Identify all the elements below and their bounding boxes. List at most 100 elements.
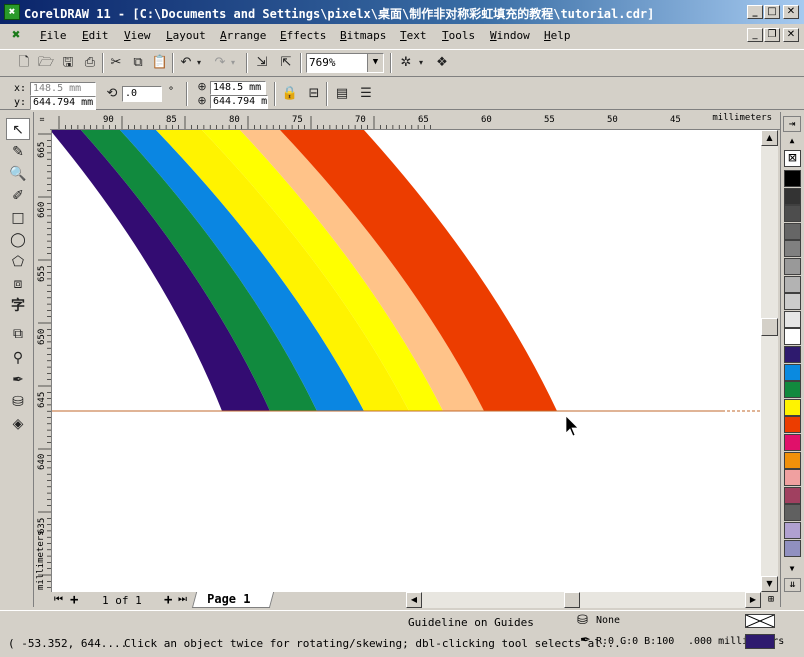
palette-options-icon[interactable]: ⇥ [783, 116, 801, 132]
palette-expand-icon[interactable]: ⇊ [784, 578, 801, 592]
color-swatch[interactable] [784, 328, 801, 346]
palette-scroll-up-icon[interactable]: ▲ [786, 136, 798, 146]
color-swatch[interactable] [784, 170, 801, 187]
color-swatch[interactable] [784, 222, 801, 240]
guides-setup-icon[interactable]: ⊟ [304, 84, 324, 104]
rectangle-tool-icon[interactable]: □ [6, 207, 30, 229]
document-icon[interactable]: ✖ [12, 27, 20, 43]
y-position-field[interactable]: 644.794 mm [30, 96, 96, 110]
freehand-tool-icon[interactable]: ✐ [6, 185, 30, 207]
interactive-fill-tool-icon[interactable]: ◈ [6, 413, 30, 435]
zoom-level-select[interactable]: 769% ▼ [306, 53, 384, 73]
cut-icon[interactable]: ✂ [106, 53, 126, 73]
color-swatch[interactable] [784, 275, 801, 293]
redo-dropdown-icon[interactable]: ▾ [228, 53, 238, 73]
horizontal-scroll-thumb[interactable] [564, 592, 580, 608]
color-swatch[interactable] [784, 486, 801, 504]
center-x-field[interactable]: 148.5 mm [210, 81, 266, 95]
text-tool-icon[interactable]: 字 [6, 295, 30, 317]
scroll-right-button[interactable]: ▶ [745, 592, 761, 608]
color-swatch[interactable] [784, 539, 801, 557]
color-swatch[interactable] [784, 363, 801, 381]
application-launcher-icon[interactable]: ✲ [396, 53, 416, 73]
corel-online-icon[interactable]: ❖ [432, 53, 452, 73]
color-swatch[interactable] [784, 504, 801, 522]
chevron-down-icon[interactable]: ▼ [367, 54, 383, 72]
drawing-canvas[interactable] [52, 130, 761, 592]
color-swatch[interactable] [784, 293, 801, 311]
color-swatch[interactable] [784, 381, 801, 399]
x-position-field[interactable]: 148.5 mm [30, 82, 96, 96]
menu-arrange[interactable]: Arrange [220, 29, 266, 42]
eyedropper-tool-icon[interactable]: ⚲ [6, 347, 30, 369]
menu-view[interactable]: View [124, 29, 151, 42]
object-properties-icon[interactable]: ▤ [332, 84, 352, 104]
navigator-icon[interactable]: ⊞ [763, 592, 779, 608]
fill-tool-icon[interactable]: ⛁ [6, 391, 30, 413]
print-icon[interactable]: ⎙ [80, 53, 100, 73]
color-swatch[interactable] [784, 522, 801, 539]
ellipse-tool-icon[interactable]: ◯ [6, 229, 30, 251]
page-tab[interactable]: Page 1 [191, 592, 275, 608]
color-swatch[interactable] [784, 469, 801, 487]
first-page-icon[interactable]: ⏮ [54, 594, 63, 605]
export-icon[interactable]: ⇱ [276, 53, 296, 73]
doc-minimize-button[interactable]: _ [747, 28, 763, 42]
last-page-icon[interactable]: ⏭ [178, 594, 187, 605]
interactive-blend-tool-icon[interactable]: ⧉ [6, 323, 30, 345]
color-swatch[interactable] [784, 258, 801, 275]
lock-guideline-icon[interactable]: 🔒 [280, 84, 300, 104]
color-swatch[interactable] [784, 346, 801, 363]
vertical-scrollbar[interactable]: ▲ ▼ [761, 130, 778, 592]
menu-layout[interactable]: Layout [166, 29, 206, 42]
menu-bitmaps[interactable]: Bitmaps [340, 29, 386, 42]
color-swatch[interactable] [784, 310, 801, 328]
menu-text[interactable]: Text [400, 29, 427, 42]
close-button[interactable]: ✕ [783, 5, 799, 19]
undo-icon[interactable]: ↶ [176, 53, 196, 73]
new-icon[interactable]: 🗋 [14, 53, 34, 73]
save-icon[interactable]: 🖫 [58, 53, 78, 73]
add-page-before-icon[interactable]: + [70, 592, 78, 608]
menu-edit[interactable]: Edit [82, 29, 109, 42]
coreldraw-app-icon[interactable]: ✖ [4, 4, 20, 20]
launcher-dropdown-icon[interactable]: ▾ [416, 53, 426, 73]
color-swatch[interactable] [784, 416, 801, 434]
palette-scroll-down-icon[interactable]: ▼ [786, 564, 798, 574]
scroll-down-button[interactable]: ▼ [761, 576, 778, 592]
menu-tools[interactable]: Tools [442, 29, 475, 42]
center-y-field[interactable]: 644.794 m [210, 95, 268, 109]
undo-dropdown-icon[interactable]: ▾ [194, 53, 204, 73]
outline-tool-icon[interactable]: ✒ [6, 369, 30, 391]
paste-icon[interactable]: 📋 [150, 53, 170, 73]
vertical-scroll-thumb[interactable] [761, 318, 778, 336]
horizontal-scrollbar[interactable]: ◀ ▶ [406, 592, 761, 608]
pick-tool-icon[interactable]: ↖ [6, 118, 30, 140]
redo-icon[interactable]: ↷ [210, 53, 230, 73]
object-manager-icon[interactable]: ☰ [356, 84, 376, 104]
basic-shapes-tool-icon[interactable]: ⧈ [6, 273, 30, 295]
rotation-angle-field[interactable]: .0 [122, 86, 162, 102]
menu-effects[interactable]: Effects [280, 29, 326, 42]
scroll-up-button[interactable]: ▲ [761, 130, 778, 146]
vertical-ruler[interactable]: 665 660 655 650 645 640 635 millimeters [34, 130, 52, 592]
scroll-left-button[interactable]: ◀ [406, 592, 422, 608]
menu-help[interactable]: Help [544, 29, 571, 42]
menu-file[interactable]: File [40, 29, 67, 42]
color-swatch[interactable] [784, 240, 801, 258]
horizontal-ruler[interactable]: 90 85 80 75 70 65 60 55 50 45 millimeters [50, 112, 780, 130]
no-color-swatch-icon[interactable]: ⊠ [784, 150, 801, 167]
doc-close-button[interactable]: ✕ [783, 28, 799, 42]
copy-icon[interactable]: ⧉ [128, 53, 148, 73]
maximize-button[interactable]: □ [764, 5, 780, 19]
fill-color-swatch[interactable] [745, 614, 775, 628]
polygon-tool-icon[interactable]: ⬠ [6, 251, 30, 273]
color-swatch[interactable] [784, 398, 801, 416]
ruler-origin[interactable]: ⌗ [34, 112, 50, 130]
minimize-button[interactable]: _ [747, 5, 763, 19]
shape-tool-icon[interactable]: ✎ [6, 141, 30, 163]
color-swatch[interactable] [784, 187, 801, 205]
outline-color-swatch[interactable] [745, 634, 775, 649]
color-swatch[interactable] [784, 434, 801, 451]
color-swatch[interactable] [784, 205, 801, 223]
